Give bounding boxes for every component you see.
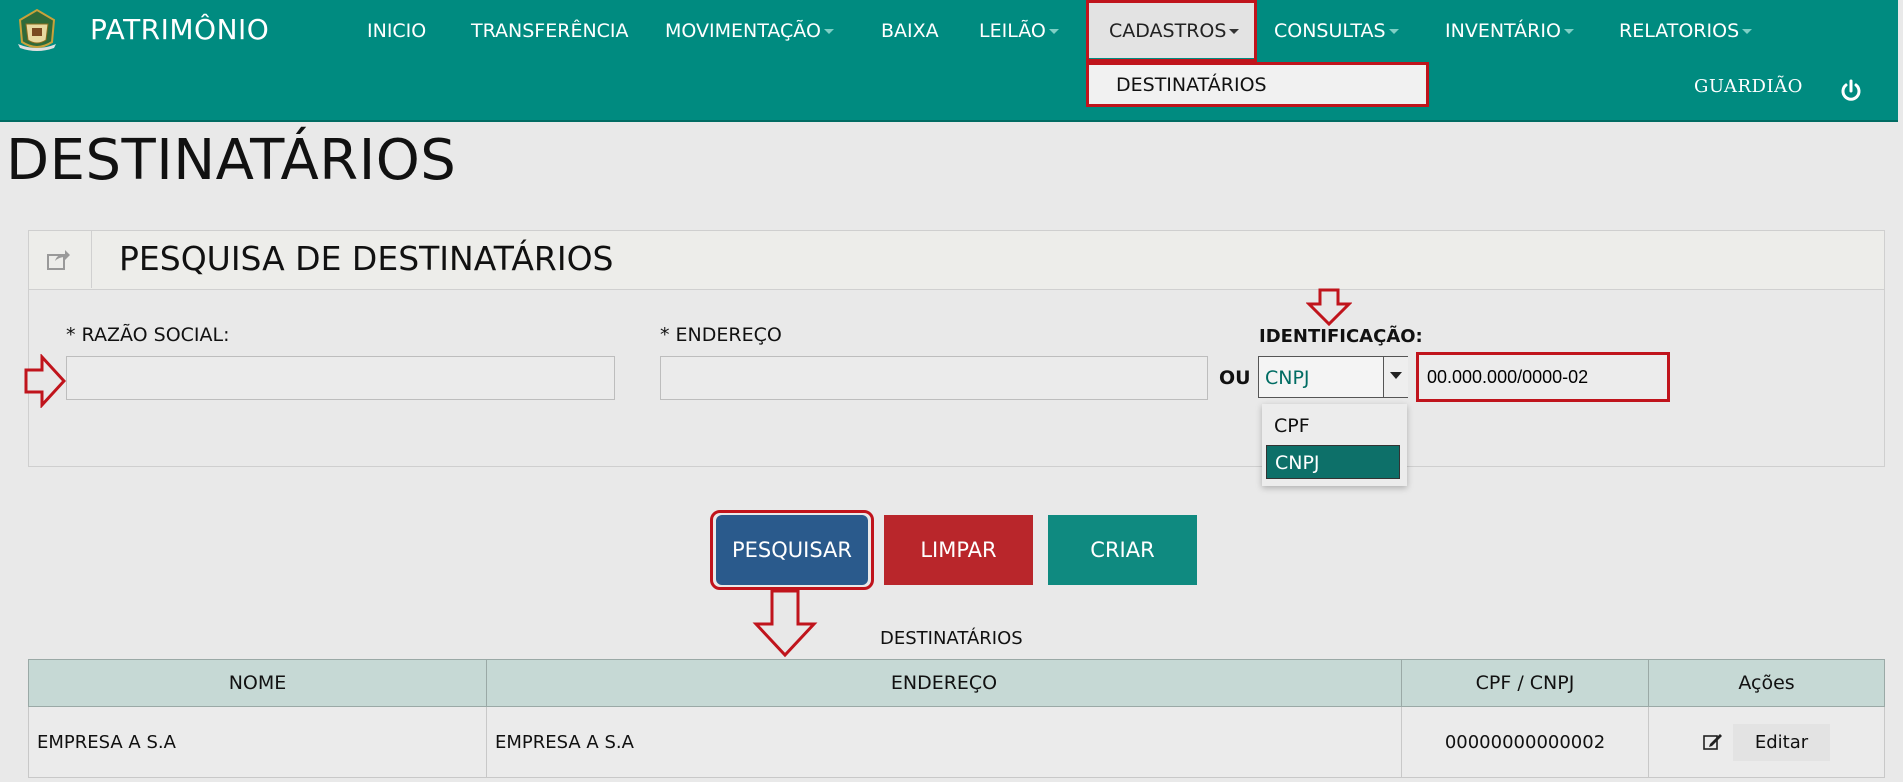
razao-social-input[interactable]	[66, 356, 615, 400]
user-name[interactable]: GUARDIÃO	[1694, 76, 1803, 97]
option-cnpj[interactable]: CNPJ	[1266, 445, 1400, 479]
column-header-nome[interactable]: NOME	[28, 659, 487, 707]
clear-button[interactable]: LIMPAR	[884, 515, 1033, 585]
cell-doc: 00000000000002	[1401, 706, 1649, 778]
down-arrow-icon	[752, 589, 818, 658]
nav-leilao[interactable]: LEILÃO	[979, 0, 1059, 62]
table-row: EMPRESA A S.A EMPRESA A S.A 000000000000…	[28, 706, 1885, 778]
identification-type-select[interactable]: CNPJ	[1258, 356, 1408, 398]
search-button[interactable]: PESQUISAR	[716, 515, 868, 585]
edit-label: Editar	[1732, 723, 1831, 761]
endereco-label: * ENDEREÇO	[660, 324, 782, 346]
caret-down-icon	[823, 29, 834, 34]
column-header-acoes: Ações	[1648, 659, 1885, 707]
submenu-item-destinatarios[interactable]: DESTINATÁRIOS	[1086, 62, 1429, 107]
caret-down-icon	[1563, 29, 1574, 34]
nav-inicio[interactable]: INICIO	[367, 0, 426, 62]
identification-type-value: CNPJ	[1265, 367, 1310, 389]
table-header-row: NOME ENDEREÇO CPF / CNPJ Ações	[28, 659, 1885, 707]
top-navbar: PATRIMÔNIO INICIO TRANSFERÊNCIA MOVIMENT…	[0, 0, 1898, 122]
app-title: PATRIMÔNIO	[90, 12, 270, 46]
create-button[interactable]: CRIAR	[1048, 515, 1197, 585]
caret-down-icon	[1229, 29, 1240, 34]
page-title: DESTINATÁRIOS	[6, 128, 457, 193]
nav-baixa[interactable]: BAIXA	[881, 0, 939, 62]
edit-button[interactable]: Editar	[1703, 723, 1831, 761]
panel-title: PESQUISA DE DESTINATÁRIOS	[119, 239, 614, 278]
panel-header: PESQUISA DE DESTINATÁRIOS	[29, 231, 1884, 290]
ou-label: OU	[1219, 367, 1251, 389]
option-cpf[interactable]: CPF	[1266, 409, 1400, 443]
endereco-input[interactable]	[660, 356, 1208, 400]
results-table: NOME ENDEREÇO CPF / CNPJ Ações EMPRESA A…	[28, 659, 1885, 778]
nav-inventario[interactable]: INVENTÁRIO	[1445, 0, 1574, 62]
table-caption: DESTINATÁRIOS	[880, 628, 1023, 649]
caret-down-icon	[1048, 29, 1059, 34]
share-button[interactable]	[29, 231, 92, 288]
nav-consultas[interactable]: CONSULTAS	[1274, 0, 1399, 62]
nav-cadastros[interactable]: CADASTROS	[1089, 0, 1254, 58]
caret-down-icon	[1388, 29, 1399, 34]
identification-input[interactable]	[1416, 352, 1670, 402]
column-header-endereco[interactable]: ENDEREÇO	[486, 659, 1402, 707]
identification-type-dropdown: CPF CNPJ	[1262, 404, 1407, 486]
logo-emblem	[18, 8, 56, 51]
share-icon	[47, 250, 70, 270]
cell-nome: EMPRESA A S.A	[28, 706, 487, 778]
cell-actions: Editar	[1648, 706, 1885, 778]
razao-social-label: * RAZÃO SOCIAL:	[66, 324, 230, 346]
cell-endereco: EMPRESA A S.A	[486, 706, 1402, 778]
search-panel: PESQUISA DE DESTINATÁRIOS	[28, 230, 1885, 467]
chevron-down-icon[interactable]	[1383, 357, 1408, 397]
caret-down-icon	[1742, 29, 1753, 34]
nav-transferencia[interactable]: TRANSFERÊNCIA	[471, 0, 629, 62]
brand[interactable]: PATRIMÔNIO	[14, 4, 269, 54]
power-icon[interactable]	[1838, 78, 1864, 104]
nav-movimentacao[interactable]: MOVIMENTAÇÃO	[665, 0, 834, 62]
right-arrow-icon	[24, 354, 66, 408]
identificacao-label: IDENTIFICAÇÃO:	[1259, 326, 1423, 347]
edit-icon	[1703, 734, 1722, 750]
down-arrow-icon	[1306, 288, 1352, 326]
nav-relatorios[interactable]: RELATORIOS	[1619, 0, 1753, 62]
column-header-doc[interactable]: CPF / CNPJ	[1401, 659, 1649, 707]
